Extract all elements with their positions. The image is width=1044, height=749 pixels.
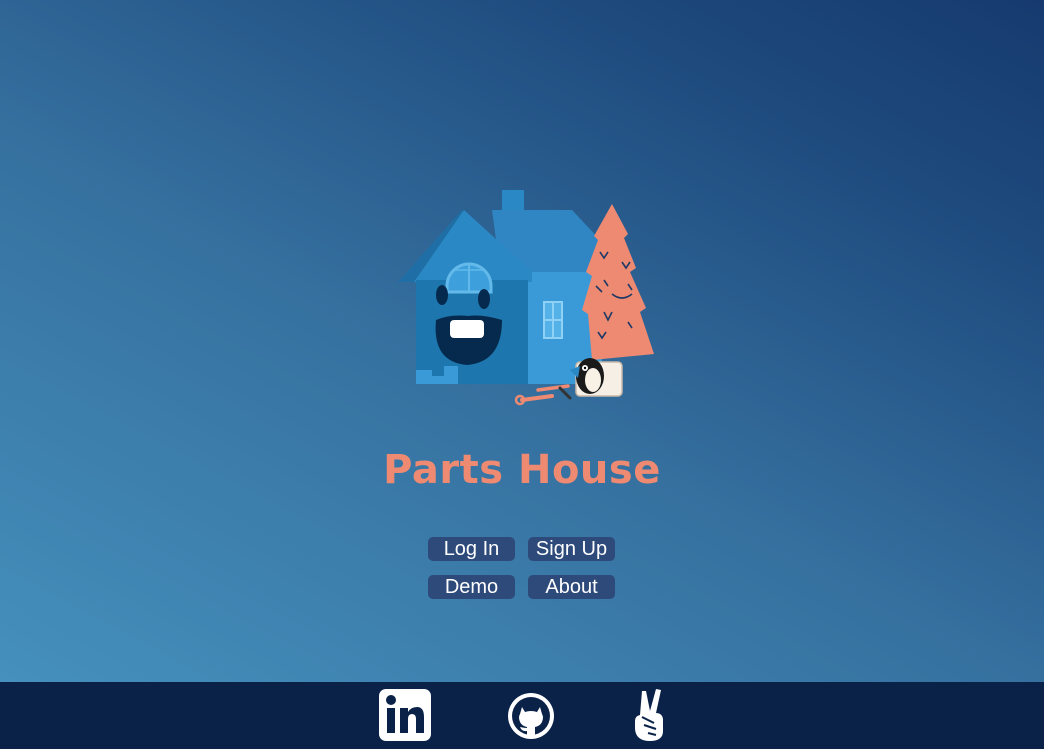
github-link[interactable] — [506, 691, 556, 741]
angellist-icon — [635, 689, 663, 741]
login-button[interactable]: Log In — [428, 537, 515, 561]
parts-house-logo-illustration — [398, 190, 654, 406]
right-eye-shape — [478, 289, 490, 309]
signup-button[interactable]: Sign Up — [528, 537, 615, 561]
angellist-link[interactable] — [630, 687, 670, 743]
footer-bar — [0, 682, 1044, 749]
teeth-shape — [450, 320, 484, 338]
screwdriver-shape — [558, 386, 572, 400]
github-icon — [508, 693, 554, 739]
linkedin-icon — [379, 689, 431, 741]
landing-page: Parts House Log In Sign Up Demo About — [0, 0, 1044, 682]
about-button[interactable]: About — [528, 575, 615, 599]
left-eye-shape — [436, 285, 448, 305]
linkedin-link[interactable] — [379, 689, 431, 741]
wrench-shape — [520, 394, 554, 402]
tree-shape — [582, 204, 654, 360]
app-title: Parts House — [383, 447, 661, 493]
demo-button[interactable]: Demo — [428, 575, 515, 599]
